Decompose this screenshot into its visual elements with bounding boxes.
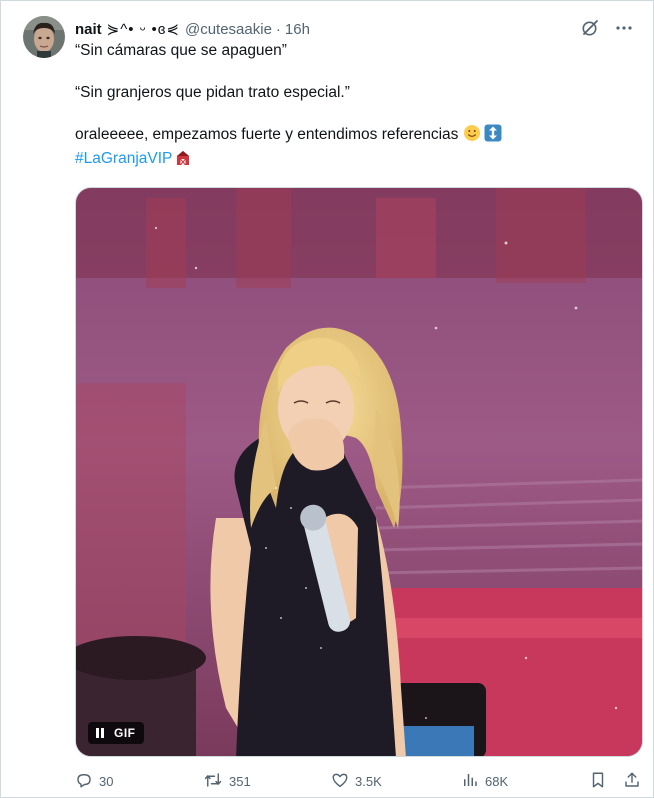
repost-count: 351 [229, 773, 251, 789]
reply-button[interactable]: 30 [75, 770, 113, 792]
tweet-header: nait ⋟^• ᵕ •ɞ⋞ @cutesaakie · 16h [75, 18, 634, 40]
reply-count: 30 [99, 773, 114, 789]
share-icon [623, 771, 641, 792]
separator-dot: · [275, 20, 281, 38]
repost-icon [203, 771, 223, 792]
like-count: 3.5K [355, 773, 382, 789]
tweet-card[interactable]: nait ⋟^• ᵕ •ɞ⋞ @cutesaakie · 16h “Sin cá… [0, 0, 654, 798]
gif-media[interactable]: GIF [75, 187, 643, 757]
action-bar: 30 351 3.5K 68K [75, 770, 641, 792]
views-icon [461, 771, 479, 792]
share-button[interactable] [623, 770, 641, 792]
barn-hashtag-icon [175, 150, 191, 172]
author-name[interactable]: nait [75, 21, 102, 38]
bookmark-icon [589, 771, 607, 792]
gif-frame [76, 188, 642, 756]
bookmark-button[interactable] [589, 770, 607, 792]
slightly-smiling-emoji [463, 124, 481, 148]
hashtag-link[interactable]: #LaGranjaVIP [75, 150, 172, 167]
tweet-text: “Sin cámaras que se apaguen” “Sin granje… [75, 40, 635, 172]
gif-badge: GIF [114, 726, 136, 740]
like-button[interactable]: 3.5K [331, 770, 382, 792]
tweet-line-3-text: oraleeeee, empezamos fuerte y entendimos… [75, 126, 463, 143]
pause-icon[interactable] [94, 727, 106, 739]
tweet-line-2: “Sin granjeros que pidan trato especial.… [75, 84, 350, 101]
hashtag-line: #LaGranjaVIP [75, 148, 635, 172]
more-icon[interactable] [614, 18, 634, 38]
views-count: 68K [485, 773, 509, 789]
repost-button[interactable]: 351 [203, 770, 251, 792]
tweet-line-1: “Sin cámaras que se apaguen” [75, 42, 287, 59]
avatar[interactable] [23, 16, 65, 58]
tweet-line-3: oraleeeee, empezamos fuerte y entendimos… [75, 124, 635, 148]
gif-control[interactable]: GIF [88, 722, 144, 744]
author-handle[interactable]: @cutesaakie [185, 21, 272, 38]
header-actions [580, 18, 634, 38]
grok-icon[interactable] [580, 18, 600, 38]
views-button[interactable]: 68K [461, 770, 508, 792]
reply-icon [75, 771, 93, 792]
like-icon [331, 771, 349, 792]
author-name-decoration[interactable]: ⋟^• ᵕ •ɞ⋞ [107, 20, 180, 38]
timestamp[interactable]: 16h [285, 21, 310, 38]
up-down-arrow-emoji [484, 124, 502, 148]
